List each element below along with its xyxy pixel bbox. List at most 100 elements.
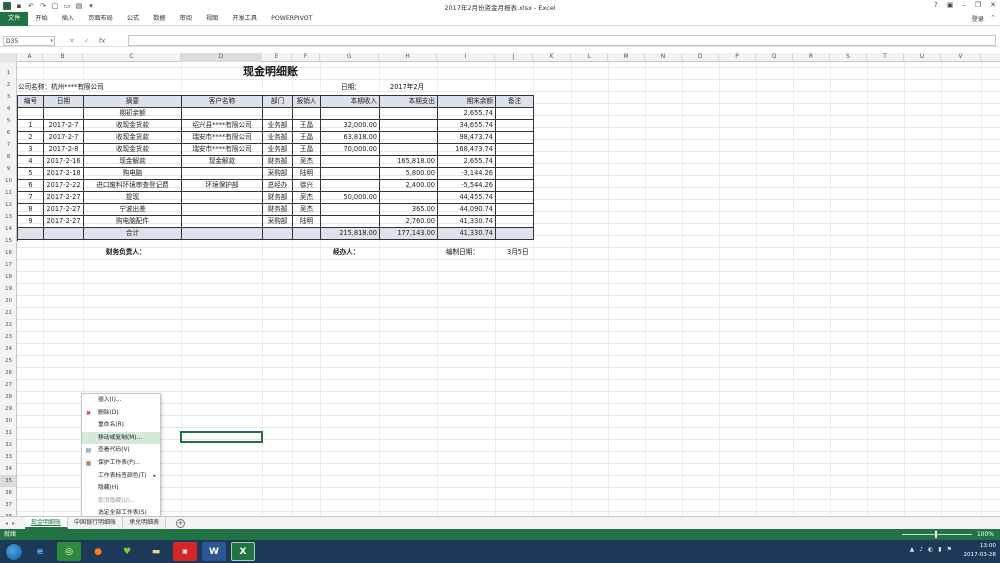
- table-total-summary[interactable]: 合计: [84, 228, 182, 240]
- table-row-customer[interactable]: 绍兴县****有限公司: [182, 120, 263, 132]
- tab-page-layout[interactable]: 页面布局: [81, 12, 120, 26]
- table-row-summary[interactable]: 宁波出差: [84, 204, 182, 216]
- table-row-summary[interactable]: 收现金货款: [84, 144, 182, 156]
- table-row-remark[interactable]: [496, 168, 534, 180]
- column-header[interactable]: I: [437, 53, 495, 62]
- table-header-expense[interactable]: 本期支出: [380, 96, 438, 108]
- table-row-customer[interactable]: 环境保护部: [182, 180, 263, 192]
- table-row-expense[interactable]: 2,400.00: [380, 180, 438, 192]
- file-explorer-icon[interactable]: ▬: [144, 542, 168, 561]
- column-header[interactable]: H: [379, 53, 437, 62]
- table-total-department[interactable]: [263, 228, 293, 240]
- row-header[interactable]: 36: [0, 487, 16, 499]
- table-row-balance[interactable]: -5,544.26: [438, 180, 496, 192]
- green-app-icon[interactable]: ♥: [115, 542, 139, 561]
- column-header[interactable]: B: [43, 53, 83, 62]
- tab-formulas[interactable]: 公式: [120, 12, 146, 26]
- table-row-income[interactable]: [321, 168, 380, 180]
- table-total-customer[interactable]: [182, 228, 263, 240]
- context-menu-item[interactable]: 插入(I)...: [82, 394, 160, 407]
- table-row-expense[interactable]: 165,818.00: [380, 156, 438, 168]
- table-row-no[interactable]: 6: [18, 180, 44, 192]
- table-row-no[interactable]: 5: [18, 168, 44, 180]
- table-row-customer[interactable]: [182, 192, 263, 204]
- save-icon[interactable]: ▪: [15, 2, 23, 10]
- excel-taskbar-icon[interactable]: X: [231, 542, 255, 561]
- table-row-customer[interactable]: [182, 216, 263, 228]
- table-row-customer[interactable]: [182, 108, 263, 120]
- customize-qat-icon[interactable]: ▾: [87, 2, 95, 10]
- help-icon[interactable]: ?: [934, 1, 938, 9]
- table-row-expense[interactable]: 5,800.00: [380, 168, 438, 180]
- row-header[interactable]: 32: [0, 439, 16, 451]
- table-row-department[interactable]: 业务部: [263, 132, 293, 144]
- table-row-date[interactable]: 2017-2-22: [44, 180, 84, 192]
- table-row-balance[interactable]: 98,473.74: [438, 132, 496, 144]
- row-header[interactable]: 6: [0, 127, 16, 139]
- tab-review[interactable]: 审阅: [173, 12, 199, 26]
- table-header-date[interactable]: 日期: [44, 96, 84, 108]
- table-row-income[interactable]: [321, 216, 380, 228]
- row-header[interactable]: 22: [0, 319, 16, 331]
- table-row-remark[interactable]: [496, 180, 534, 192]
- column-header[interactable]: C: [83, 53, 181, 62]
- table-row-remark[interactable]: [496, 132, 534, 144]
- row-header[interactable]: 24: [0, 343, 16, 355]
- row-header[interactable]: 9: [0, 163, 16, 175]
- row-header[interactable]: 10: [0, 175, 16, 187]
- table-row-remark[interactable]: [496, 156, 534, 168]
- table-row-expense[interactable]: 2,760.00: [380, 216, 438, 228]
- column-header[interactable]: K: [533, 53, 571, 62]
- table-row-date[interactable]: 2017-2-27: [44, 216, 84, 228]
- row-header[interactable]: 35: [0, 475, 16, 487]
- sheet-nav-arrows-icon[interactable]: ◂▸: [5, 520, 19, 527]
- table-row-expense[interactable]: [380, 120, 438, 132]
- formula-input[interactable]: [128, 35, 996, 46]
- row-header[interactable]: 5: [0, 115, 16, 127]
- table-row-customer[interactable]: 现金解款: [182, 156, 263, 168]
- table-row-summary[interactable]: 进口废料环境审查登记费: [84, 180, 182, 192]
- table-row-income[interactable]: [321, 156, 380, 168]
- context-menu-item[interactable]: ▦ 保护工作表(P)...: [82, 457, 160, 470]
- table-row-reimburser[interactable]: 吴杰: [293, 204, 321, 216]
- internet-explorer-icon[interactable]: e: [28, 542, 52, 561]
- sheet-tab-acceptance[interactable]: 承兑明细表: [123, 517, 167, 529]
- name-box-dropdown-icon[interactable]: ▾: [50, 37, 53, 46]
- table-row-date[interactable]: 2017-2-7: [44, 120, 84, 132]
- row-header[interactable]: 11: [0, 187, 16, 199]
- table-row-income[interactable]: 50,000.00: [321, 192, 380, 204]
- table-row-no[interactable]: 4: [18, 156, 44, 168]
- insert-function-icon[interactable]: fx: [99, 37, 106, 45]
- table-row-reimburser[interactable]: 陆明: [293, 216, 321, 228]
- table-row-department[interactable]: 财务部: [263, 156, 293, 168]
- row-header[interactable]: 7: [0, 139, 16, 151]
- table-row-department[interactable]: 财务部: [263, 204, 293, 216]
- context-menu-item[interactable]: ✖ 删除(D): [82, 407, 160, 420]
- table-row-income[interactable]: 32,000.00: [321, 120, 380, 132]
- new-file-icon[interactable]: □: [51, 2, 59, 10]
- row-header[interactable]: 33: [0, 451, 16, 463]
- table-row-department[interactable]: 财务部: [263, 192, 293, 204]
- table-header-remark[interactable]: 备注: [496, 96, 534, 108]
- table-row-summary[interactable]: 提现: [84, 192, 182, 204]
- row-header[interactable]: 34: [0, 463, 16, 475]
- table-row-department[interactable]: 采购部: [263, 168, 293, 180]
- row-header[interactable]: 19: [0, 283, 16, 295]
- minimize-icon[interactable]: –: [962, 1, 966, 9]
- undo-icon[interactable]: ↶: [27, 2, 35, 10]
- word-icon[interactable]: W: [202, 542, 226, 561]
- table-row-income[interactable]: 63,818.00: [321, 132, 380, 144]
- table-row-summary[interactable]: 购电脑配件: [84, 216, 182, 228]
- table-row-date[interactable]: 2017-2-16: [44, 156, 84, 168]
- table-row-reimburser[interactable]: 陆明: [293, 168, 321, 180]
- name-box[interactable]: D35 ▾: [3, 35, 55, 46]
- table-header-summary[interactable]: 摘要: [84, 96, 182, 108]
- table-row-expense[interactable]: [380, 132, 438, 144]
- column-header[interactable]: E: [262, 53, 292, 62]
- table-row-reimburser[interactable]: 王晶: [293, 144, 321, 156]
- table-row-income[interactable]: [321, 108, 380, 120]
- row-header[interactable]: 15: [0, 235, 16, 247]
- column-header[interactable]: J: [495, 53, 533, 62]
- table-row-no[interactable]: 1: [18, 120, 44, 132]
- table-row-balance[interactable]: 2,655.74: [438, 108, 496, 120]
